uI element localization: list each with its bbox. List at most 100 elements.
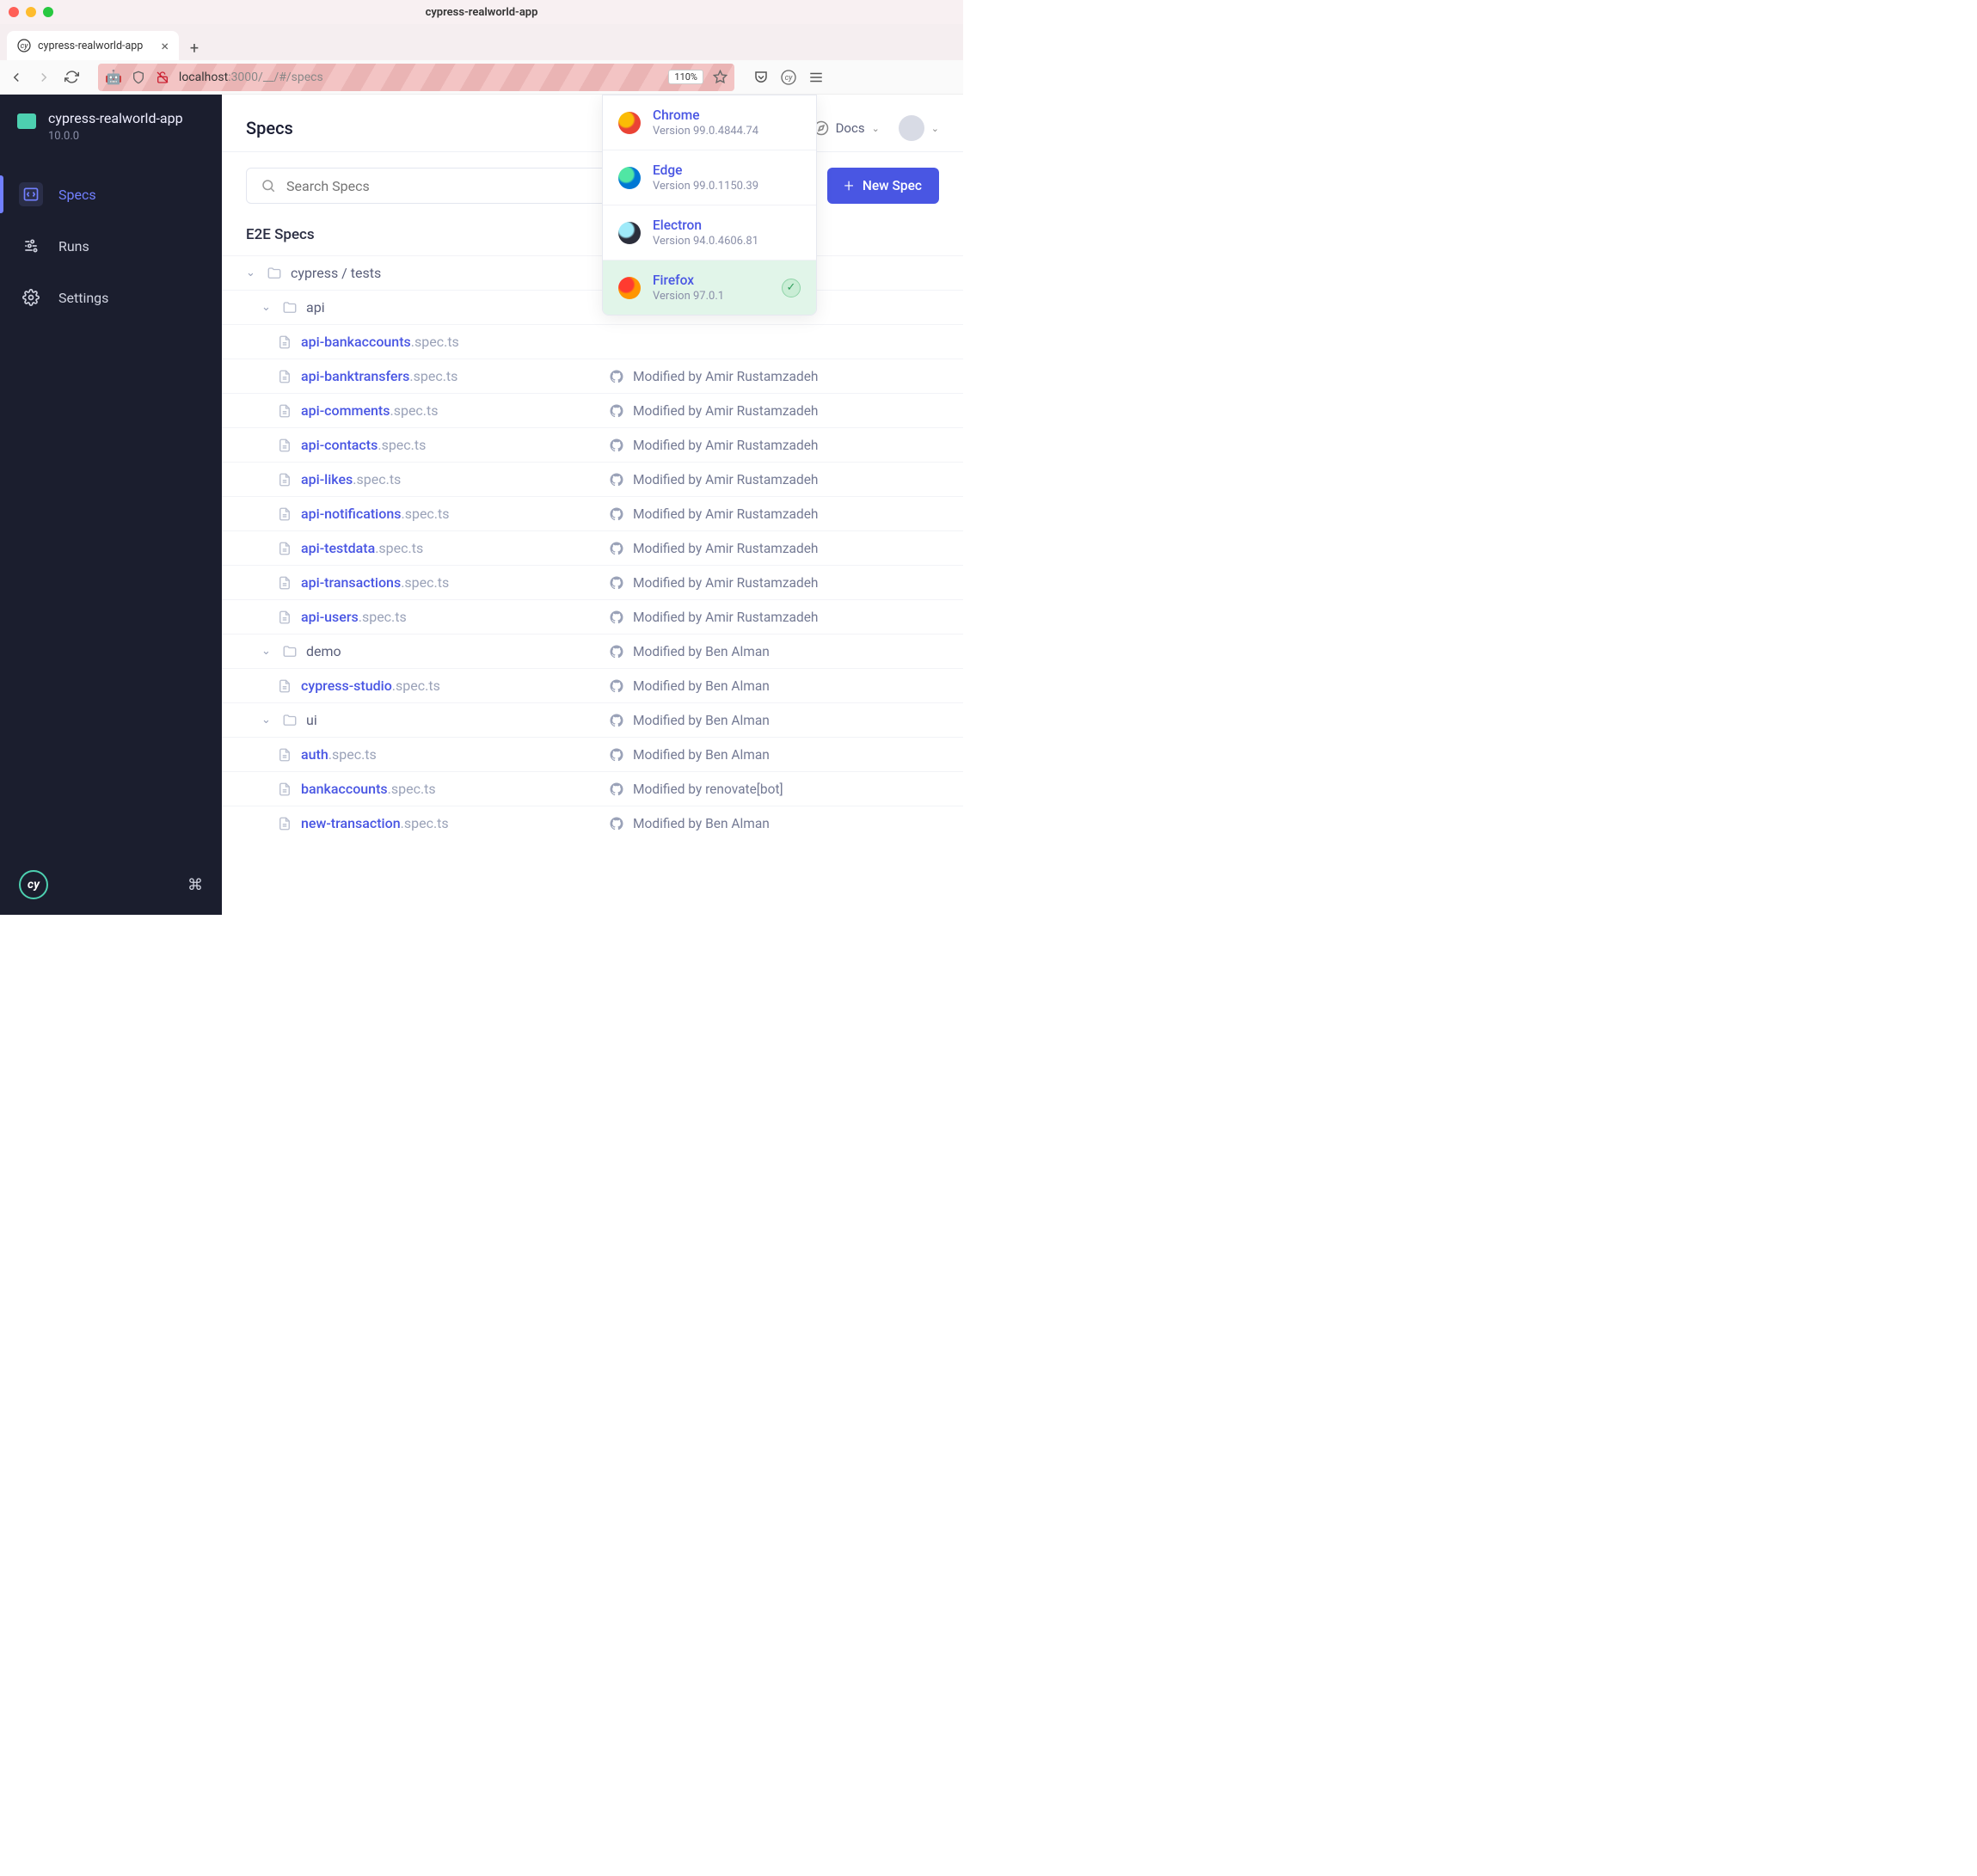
chevron-down-icon: ⌄ bbox=[261, 645, 273, 658]
tree-folder[interactable]: ⌄cypress / tests bbox=[222, 255, 963, 290]
file-icon bbox=[277, 472, 292, 487]
browser-name: Electron bbox=[653, 218, 758, 233]
chevron-down-icon: ⌄ bbox=[261, 301, 273, 314]
project-version: 10.0.0 bbox=[48, 130, 183, 143]
tree-spec[interactable]: api-banktransfers.spec.tsModified by Ami… bbox=[222, 359, 963, 393]
user-menu[interactable]: ⌄ bbox=[899, 115, 939, 141]
url-bar[interactable]: 🤖 localhost:3000/__/#/specs 110% bbox=[98, 64, 734, 91]
plus-icon: + bbox=[844, 175, 854, 196]
svg-text:cy: cy bbox=[21, 42, 29, 51]
close-window-button[interactable] bbox=[9, 7, 19, 17]
close-tab-icon[interactable]: × bbox=[161, 38, 169, 54]
github-icon bbox=[609, 678, 624, 694]
tree-spec[interactable]: api-testdata.spec.ts Modified by Amir Rus… bbox=[222, 530, 963, 565]
github-icon bbox=[609, 472, 624, 487]
spec-name: auth.spec.ts bbox=[301, 746, 377, 763]
spec-name: api-comments.spec.ts bbox=[301, 402, 439, 419]
nav-label: Settings bbox=[58, 290, 108, 306]
browser-option-chrome[interactable]: ChromeVersion 99.0.4844.74 bbox=[603, 95, 816, 150]
tree-spec[interactable]: api-likes.spec.tsModified by Amir Rustam… bbox=[222, 462, 963, 496]
zoom-badge[interactable]: 110% bbox=[668, 70, 703, 84]
browser-option-electron[interactable]: ElectronVersion 94.0.4606.81 bbox=[603, 205, 816, 261]
git-info: Modified by Amir Rustamzadeh bbox=[609, 575, 939, 591]
minimize-window-button[interactable] bbox=[26, 7, 36, 17]
hamburger-menu-icon[interactable] bbox=[808, 70, 824, 85]
tree-spec[interactable]: auth.spec.ts Modified by Ben Alman bbox=[222, 737, 963, 771]
sidebar-item-specs[interactable]: Specs bbox=[0, 169, 222, 220]
file-icon bbox=[277, 782, 292, 797]
browser-option-edge[interactable]: EdgeVersion 99.0.1150.39 bbox=[603, 150, 816, 205]
github-icon bbox=[609, 782, 624, 797]
folder-name: api bbox=[306, 299, 325, 316]
spec-name: api-testdata.spec.ts bbox=[301, 540, 423, 556]
spec-name: api-likes.spec.ts bbox=[301, 471, 401, 487]
github-icon bbox=[609, 438, 624, 453]
file-icon bbox=[277, 816, 292, 831]
new-spec-button[interactable]: + New Spec bbox=[827, 168, 939, 204]
tree-spec[interactable]: api-contacts.spec.tsModified by Amir Rus… bbox=[222, 427, 963, 462]
git-info: Modified by Amir Rustamzadeh bbox=[609, 506, 939, 522]
git-info: Modified by Ben Alman bbox=[609, 747, 939, 763]
tree-spec[interactable]: cypress-studio.spec.ts Modified by Ben Al… bbox=[222, 668, 963, 702]
pocket-icon[interactable] bbox=[753, 70, 769, 85]
tree-folder[interactable]: ⌄demoModified by Ben Alman bbox=[222, 634, 963, 668]
github-icon bbox=[609, 575, 624, 591]
tab-title: cypress-realworld-app bbox=[38, 40, 154, 52]
github-icon bbox=[609, 713, 624, 728]
browser-dropdown: ChromeVersion 99.0.4844.74EdgeVersion 99… bbox=[602, 95, 817, 316]
tree-spec[interactable]: bankaccounts.spec.tsModified by renovate… bbox=[222, 771, 963, 806]
project-icon bbox=[17, 113, 36, 129]
specs-icon bbox=[19, 182, 43, 206]
docs-link[interactable]: Docs ⌄ bbox=[814, 120, 880, 136]
sidebar-item-settings[interactable]: Settings bbox=[0, 272, 222, 323]
robot-icon: 🤖 bbox=[105, 69, 122, 85]
tree-folder[interactable]: ⌄uiModified by Ben Alman bbox=[222, 702, 963, 737]
nav-label: Specs bbox=[58, 187, 96, 203]
browser-version: Version 97.0.1 bbox=[653, 290, 724, 303]
tree-spec[interactable]: new-transaction.spec.tsModified by Ben A… bbox=[222, 806, 963, 840]
browser-tab[interactable]: cy cypress-realworld-app × bbox=[7, 31, 179, 60]
shield-icon[interactable] bbox=[131, 70, 146, 85]
window-title: cypress-realworld-app bbox=[426, 6, 538, 19]
chevron-down-icon: ⌄ bbox=[872, 123, 880, 134]
cypress-extension-icon[interactable]: cy bbox=[781, 70, 796, 85]
keyboard-shortcuts-icon[interactable]: ⌘ bbox=[187, 876, 203, 894]
tree-spec[interactable]: api-comments.spec.tsModified by Amir Rus… bbox=[222, 393, 963, 427]
folder-icon bbox=[282, 644, 298, 659]
file-icon bbox=[277, 541, 292, 556]
tree-spec[interactable]: api-bankaccounts.spec.ts bbox=[222, 324, 963, 359]
sidebar-item-runs[interactable]: Runs bbox=[0, 220, 222, 272]
forward-icon[interactable] bbox=[36, 70, 52, 85]
github-icon bbox=[609, 644, 624, 659]
back-icon[interactable] bbox=[9, 70, 24, 85]
spec-name: api-users.spec.ts bbox=[301, 609, 407, 625]
bookmark-star-icon[interactable] bbox=[712, 70, 728, 85]
new-tab-button[interactable]: + bbox=[182, 36, 206, 60]
spec-name: cypress-studio.spec.ts bbox=[301, 677, 440, 694]
file-icon bbox=[277, 403, 292, 419]
git-info: Modified by Ben Alman bbox=[609, 678, 939, 694]
github-icon bbox=[609, 816, 624, 831]
cypress-favicon-icon: cy bbox=[17, 39, 31, 52]
git-info: Modified by Amir Rustamzadeh bbox=[609, 541, 939, 556]
section-title: E2E Specs bbox=[222, 219, 963, 255]
sidebar: cypress-realworld-app 10.0.0 SpecsRunsSe… bbox=[0, 95, 222, 915]
folder-icon bbox=[282, 300, 298, 316]
cypress-logo-icon[interactable]: cy bbox=[19, 870, 48, 899]
reload-icon[interactable] bbox=[64, 70, 79, 85]
tree-spec[interactable]: api-users.spec.tsModified by Amir Rustam… bbox=[222, 599, 963, 634]
tree-folder[interactable]: ⌄ api bbox=[222, 290, 963, 324]
tree-spec[interactable]: api-notifications.spec.tsModified by Ami… bbox=[222, 496, 963, 530]
browser-option-firefox[interactable]: FirefoxVersion 97.0.1✓ bbox=[603, 261, 816, 315]
search-row: + New Spec bbox=[222, 152, 963, 219]
folder-name: demo bbox=[306, 643, 341, 659]
insecure-lock-icon[interactable] bbox=[155, 70, 170, 85]
avatar-icon bbox=[899, 115, 924, 141]
spec-name: bankaccounts.spec.ts bbox=[301, 781, 436, 797]
new-spec-label: New Spec bbox=[863, 178, 922, 193]
browser-toolbar: 🤖 localhost:3000/__/#/specs 110% cy bbox=[0, 60, 963, 95]
tree-spec[interactable]: api-transactions.spec.tsModified by Amir… bbox=[222, 565, 963, 599]
file-icon bbox=[277, 369, 292, 384]
maximize-window-button[interactable] bbox=[43, 7, 53, 17]
github-icon bbox=[609, 403, 624, 419]
